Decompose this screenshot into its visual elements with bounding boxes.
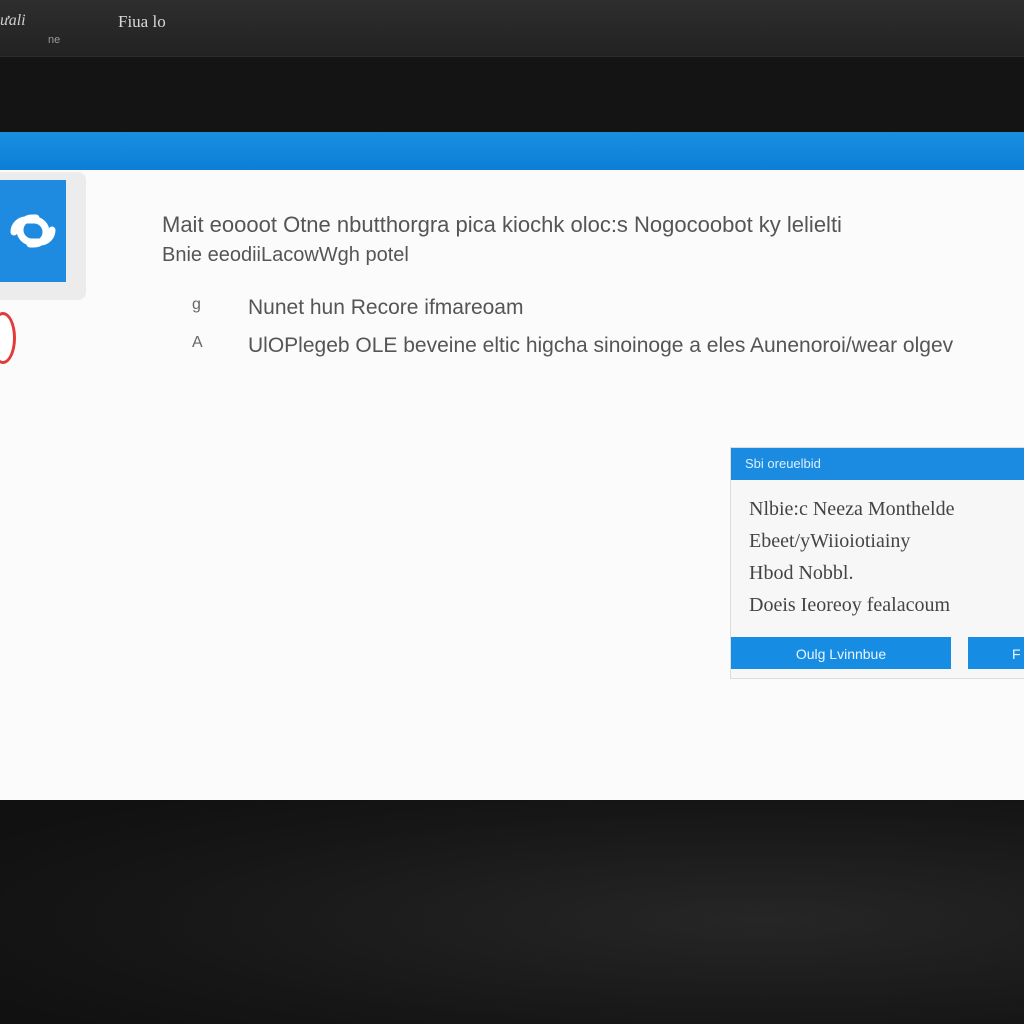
primary-button[interactable]: Oulg Lvinnbue xyxy=(731,637,951,669)
app-label: ưali xyxy=(0,12,26,29)
chain-link-icon xyxy=(0,180,66,282)
heading-line-1: Mait eoooot Otne nbutthorgra pica kiochk… xyxy=(162,212,842,237)
bullet-text: UlOPlegeb OLE beveine eltic higcha sinoi… xyxy=(248,334,954,357)
bullet-symbol: A xyxy=(192,334,203,351)
bullet-text: Nunet hun Recore ifmareoam xyxy=(248,296,524,319)
info-panel-item: Hbod Nobbl. xyxy=(749,562,854,584)
dialog-heading: Mait eoooot Otne nbutthorgra pica kiochk… xyxy=(162,210,1022,270)
info-panel-item: Nlbie:c Neeza Monthelde xyxy=(749,498,955,520)
info-panel-item: Doeis Ieoreoy fealacoum xyxy=(749,594,951,616)
app-sublabel: ne xyxy=(48,34,61,46)
info-panel-list: Nlbie:c Neeza Monthelde Ebeet/yWiioiotia… xyxy=(731,480,1024,626)
secondary-button[interactable]: F xyxy=(968,637,1024,669)
window-title: Fiua lo xyxy=(118,12,166,31)
info-panel-item: Ebeet/yWiioiotiainy xyxy=(749,530,911,552)
error-icon xyxy=(0,312,16,364)
app-tile xyxy=(0,172,86,300)
list-item: g Nunet hun Recore ifmareoam xyxy=(192,296,1022,334)
dialog-accent-bar xyxy=(0,132,1024,170)
bullet-list: g Nunet hun Recore ifmareoam A UlOPlegeb… xyxy=(192,296,1022,372)
info-panel-header: Sbi oreuelbid xyxy=(731,448,1024,480)
title-bar: ưali ne Fiua lo xyxy=(0,0,1024,57)
desktop-background xyxy=(0,800,1024,1024)
dialog-window: Mait eoooot Otne nbutthorgra pica kiochk… xyxy=(0,132,1024,800)
list-item: A UlOPlegeb OLE beveine eltic higcha sin… xyxy=(192,334,1022,372)
bullet-symbol: g xyxy=(192,296,201,313)
heading-line-2: Bnie eeodiiLacowWgh potel xyxy=(162,244,409,266)
